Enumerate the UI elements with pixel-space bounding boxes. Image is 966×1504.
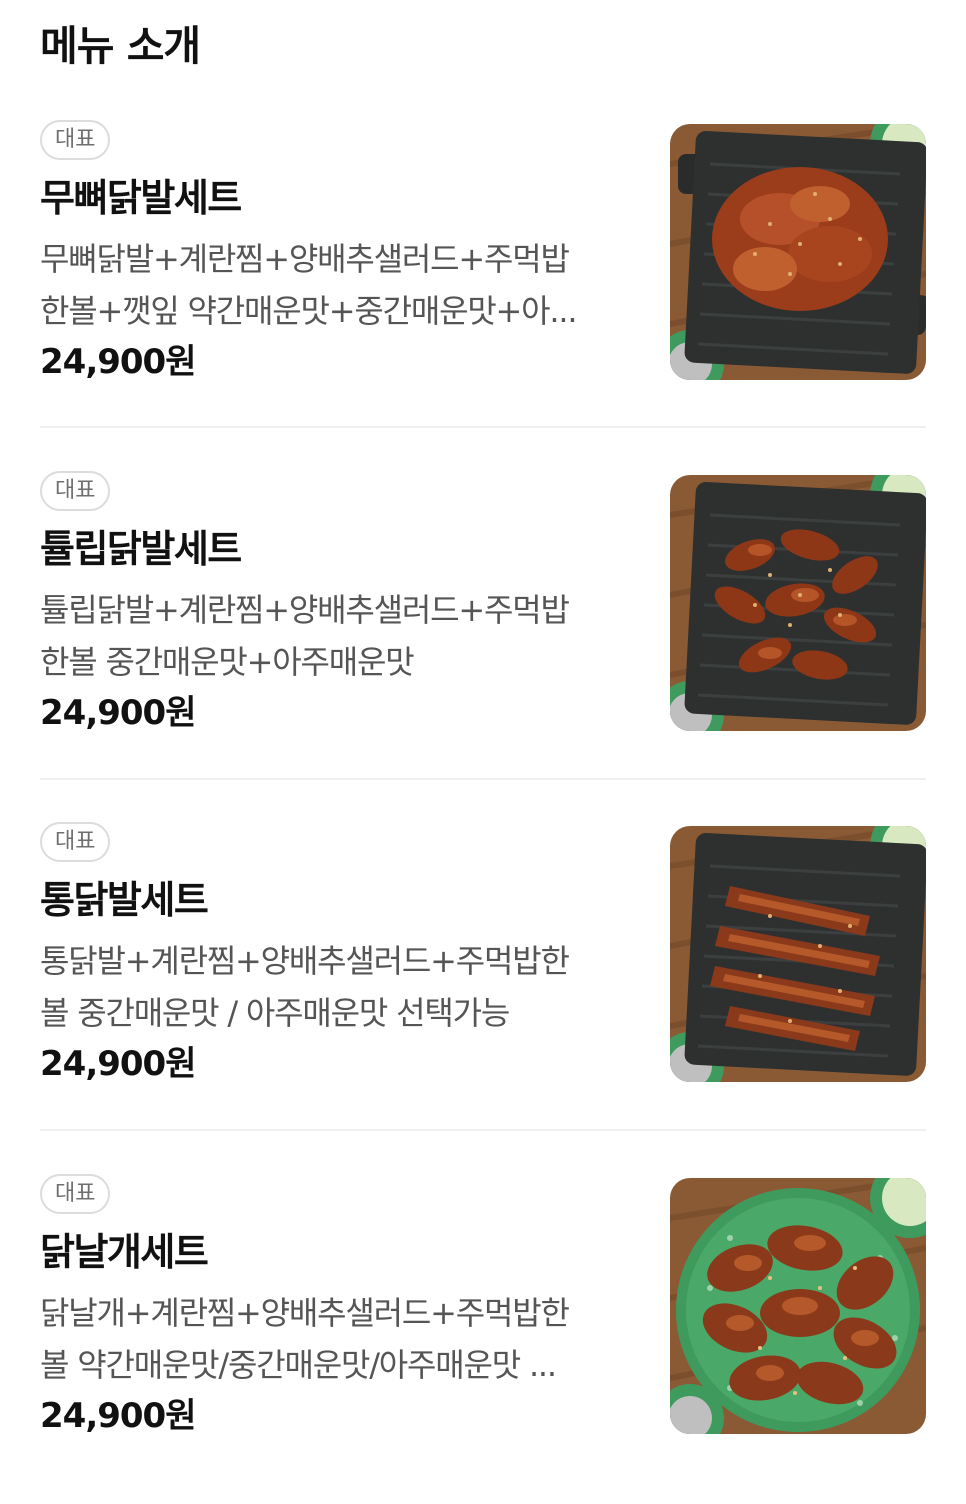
menu-item-description-line: 통닭발+계란찜+양배추샐러드+주먹밥한 xyxy=(40,942,570,980)
divider xyxy=(40,1129,926,1131)
menu-item-name: 무뼈닭발세트 xyxy=(40,176,242,220)
menu-item-name: 튤립닭발세트 xyxy=(40,527,242,571)
menu-item-name: 통닭발세트 xyxy=(40,878,209,922)
menu-item-description-line: 볼 약간매운맛/중간매운맛/아주매운맛 ... xyxy=(40,1346,557,1384)
menu-item-price: 24,900원 xyxy=(40,1396,196,1436)
menu-item-description-line: 무뼈닭발+계란찜+양배추샐러드+주먹밥 xyxy=(40,240,570,278)
menu-item-photo[interactable] xyxy=(670,475,926,731)
menu-item-description-line: 볼 중간매운맛 / 아주매운맛 선택가능 xyxy=(40,994,510,1032)
whole-chicken-feet-photo xyxy=(670,826,926,1082)
divider xyxy=(40,426,926,428)
menu-item-description-line: 한볼+깻잎 약간매운맛+중간매운맛+아... xyxy=(40,292,578,330)
menu-item-price: 24,900원 xyxy=(40,693,196,733)
menu-item-price: 24,900원 xyxy=(40,1044,196,1084)
signature-badge: 대표 xyxy=(40,1174,111,1214)
signature-badge: 대표 xyxy=(40,471,111,511)
menu-item[interactable]: 대표 통닭발세트 통닭발+계란찜+양배추샐러드+주먹밥한 볼 중간매운맛 / 아… xyxy=(40,822,926,1152)
menu-item[interactable]: 대표 무뼈닭발세트 무뼈닭발+계란찜+양배추샐러드+주먹밥 한볼+깻잎 약간매운… xyxy=(40,120,926,450)
chicken-wings-photo xyxy=(670,1178,926,1434)
tulip-chicken-feet-photo xyxy=(670,475,926,731)
menu-item[interactable]: 대표 닭날개세트 닭날개+계란찜+양배추샐러드+주먹밥한 볼 약간매운맛/중간매… xyxy=(40,1174,926,1504)
signature-badge: 대표 xyxy=(40,822,111,862)
menu-item-photo[interactable] xyxy=(670,826,926,1082)
menu-item-description: 통닭발+계란찜+양배추샐러드+주먹밥한 볼 중간매운맛 / 아주매운맛 선택가능 xyxy=(40,935,620,1039)
menu-item-photo[interactable] xyxy=(670,124,926,380)
menu-item-description: 무뼈닭발+계란찜+양배추샐러드+주먹밥 한볼+깻잎 약간매운맛+중간매운맛+아.… xyxy=(40,233,620,337)
menu-item[interactable]: 대표 튤립닭발세트 튤립닭발+계란찜+양배추샐러드+주먹밥 한볼 중간매운맛+아… xyxy=(40,471,926,801)
menu-item-description-line: 한볼 중간매운맛+아주매운맛 xyxy=(40,643,415,681)
section-title: 메뉴 소개 xyxy=(40,22,201,70)
menu-item-description-line: 튤립닭발+계란찜+양배추샐러드+주먹밥 xyxy=(40,591,570,629)
menu-item-description: 닭날개+계란찜+양배추샐러드+주먹밥한 볼 약간매운맛/중간매운맛/아주매운맛 … xyxy=(40,1287,620,1391)
divider xyxy=(40,778,926,780)
menu-item-description-line: 닭날개+계란찜+양배추샐러드+주먹밥한 xyxy=(40,1294,570,1332)
menu-item-name: 닭날개세트 xyxy=(40,1230,209,1274)
menu-item-description: 튤립닭발+계란찜+양배추샐러드+주먹밥 한볼 중간매운맛+아주매운맛 xyxy=(40,584,620,688)
signature-badge: 대표 xyxy=(40,120,111,160)
menu-item-photo[interactable] xyxy=(670,1178,926,1434)
boneless-chicken-feet-photo xyxy=(670,124,926,380)
menu-item-price: 24,900원 xyxy=(40,342,196,382)
